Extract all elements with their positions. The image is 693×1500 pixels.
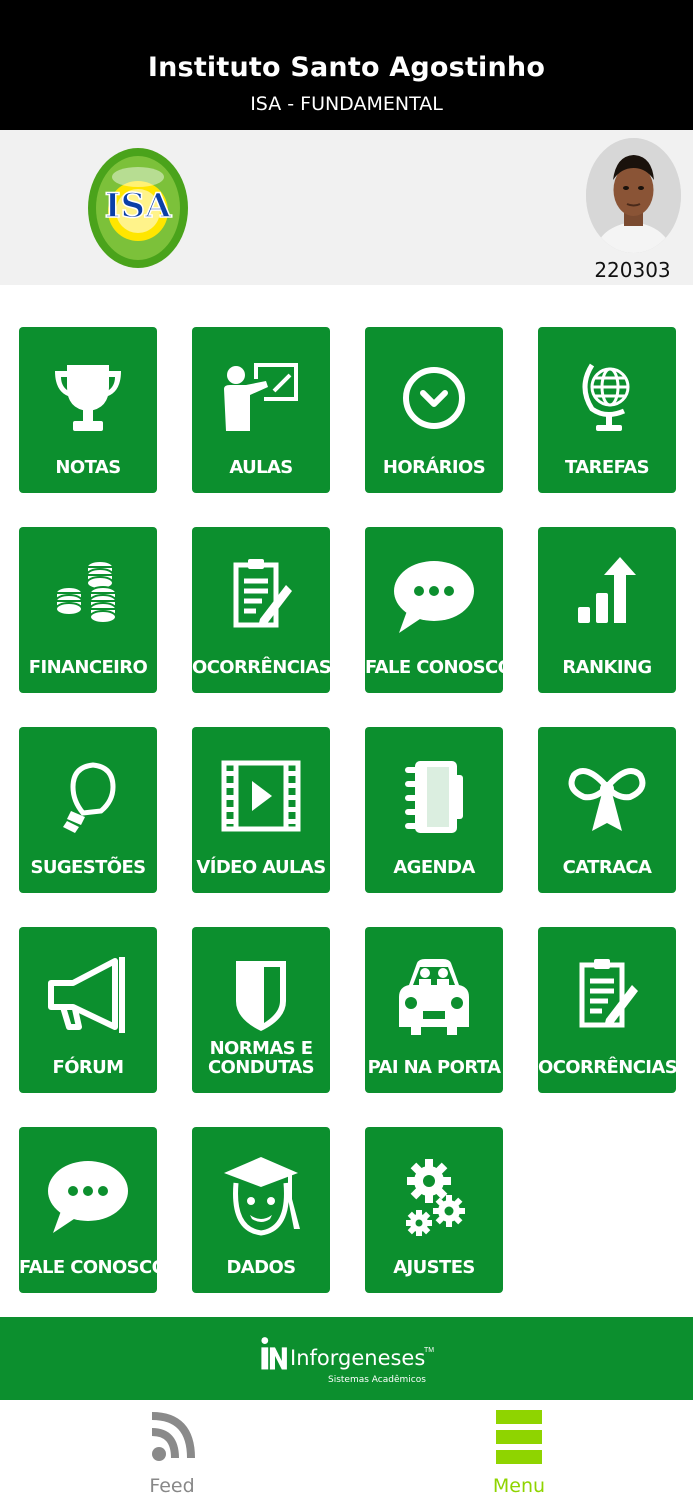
clock-icon	[389, 353, 479, 443]
ranking-bars-icon	[562, 553, 652, 643]
menu-tile-sugestoes[interactable]: SUGESTÕES	[19, 727, 157, 893]
menu-tile-aulas[interactable]: AULAS	[192, 327, 330, 493]
menu-tile-ajustes[interactable]: AJUSTES	[365, 1127, 503, 1293]
menu-tile-label: OCORRÊNCIAS	[538, 1057, 678, 1078]
globe-icon	[562, 353, 652, 443]
menu-tile-financeiro[interactable]: FINANCEIRO	[19, 527, 157, 693]
menu-tile-label: AGENDA	[393, 857, 475, 878]
megaphone-icon	[43, 953, 133, 1043]
menu-tile-label: FALE CONOSCO	[365, 657, 513, 678]
menu-tile-normas-condutas[interactable]: NORMAS E CONDUTAS	[192, 927, 330, 1093]
video-film-icon	[216, 753, 306, 843]
menu-tile-label: AULAS	[229, 457, 293, 478]
shield-icon	[216, 953, 306, 1043]
tab-menu[interactable]: Menu	[459, 1405, 579, 1497]
menu-tile-label: FINANCEIRO	[28, 657, 148, 678]
menu-tile-label: PAI NA PORTA	[367, 1057, 501, 1078]
menu-tile-forum[interactable]: FÓRUM	[19, 927, 157, 1093]
menu-tile-label: HORÁRIOS	[382, 457, 486, 478]
menu-tile-ocorrencias-2[interactable]: OCORRÊNCIAS	[538, 927, 678, 1093]
school-logo: ISA	[88, 147, 188, 268]
menu-tile-label: TAREFAS	[565, 457, 650, 478]
brand-trademark: TM	[424, 1347, 435, 1354]
menu-tile-notas[interactable]: NOTAS	[19, 327, 157, 493]
menu-tile-tarefas[interactable]: TAREFAS	[538, 327, 676, 493]
car-icon	[389, 953, 479, 1043]
menu-tile-video-aulas[interactable]: VÍDEO AULAS	[192, 727, 330, 893]
teacher-board-icon	[216, 353, 306, 443]
menu-tile-fale-conosco[interactable]: FALE CONOSCO	[365, 527, 513, 693]
menu-tile-ranking[interactable]: RANKING	[538, 527, 676, 693]
menu-tile-pai-na-porta[interactable]: PAI NA PORTA	[365, 927, 503, 1093]
app-header: Instituto Santo Agostinho ISA - FUNDAMEN…	[0, 0, 693, 130]
gears-icon	[389, 1153, 479, 1243]
coins-icon	[43, 553, 133, 643]
lightbulb-icon	[43, 753, 133, 843]
tab-menu-label: Menu	[492, 1475, 546, 1497]
menu-tile-label: VÍDEO AULAS	[196, 857, 326, 878]
brand-name: Inforgeneses	[290, 1346, 426, 1370]
menu-tile-label: CATRACA	[562, 857, 652, 878]
menu-tile-fale-conosco-2[interactable]: FALE CONOSCO	[19, 1127, 167, 1293]
menu-tile-ocorrencias[interactable]: OCORRÊNCIAS	[192, 527, 332, 693]
rss-feed-icon	[149, 1408, 195, 1466]
app-subtitle: ISA - FUNDAMENTAL	[250, 93, 443, 115]
menu-tile-label: OCORRÊNCIAS	[192, 657, 332, 678]
tab-feed-label: Feed	[149, 1475, 195, 1497]
menu-tile-label: AJUSTES	[393, 1257, 475, 1278]
trophy-icon	[43, 353, 133, 443]
menu-tile-catraca[interactable]: CATRACA	[538, 727, 676, 893]
tab-feed[interactable]: Feed	[112, 1405, 232, 1497]
menu-tile-label: NORMAS E CONDUTAS	[207, 1038, 315, 1078]
bottom-tab-bar	[0, 1400, 693, 1500]
clipboard-pen-icon	[216, 553, 306, 643]
ribbon-bow-icon	[562, 753, 652, 843]
menu-tile-label: DADOS	[226, 1257, 296, 1278]
menu-tile-label: NOTAS	[55, 457, 121, 478]
menu-tile-label: FÓRUM	[52, 1057, 125, 1078]
brand-tagline: Sistemas Acadêmicos	[328, 1375, 426, 1385]
menu-tile-label: FALE CONOSCO	[19, 1257, 167, 1278]
menu-tile-label: RANKING	[562, 657, 652, 678]
menu-tile-dados[interactable]: DADOS	[192, 1127, 330, 1293]
student-id: 220303	[594, 258, 671, 282]
menu-lines-icon	[496, 1408, 542, 1466]
menu-tile-agenda[interactable]: AGENDA	[365, 727, 503, 893]
chat-bubble-icon	[389, 553, 479, 643]
agenda-notebook-icon	[389, 753, 479, 843]
clipboard-pen-icon	[562, 953, 652, 1043]
student-avatar[interactable]	[586, 138, 681, 253]
menu-grid: NOTAS AULAS HORÁRIOS TAREFAS FINANCEIRO …	[0, 285, 693, 1317]
svg-text:ISA: ISA	[105, 186, 172, 226]
menu-tile-horarios[interactable]: HORÁRIOS	[365, 327, 503, 493]
app-title: Instituto Santo Agostinho	[147, 52, 546, 83]
chat-bubble-icon	[43, 1153, 133, 1243]
menu-tile-label: SUGESTÕES	[30, 857, 146, 878]
graduate-face-icon	[216, 1153, 306, 1243]
